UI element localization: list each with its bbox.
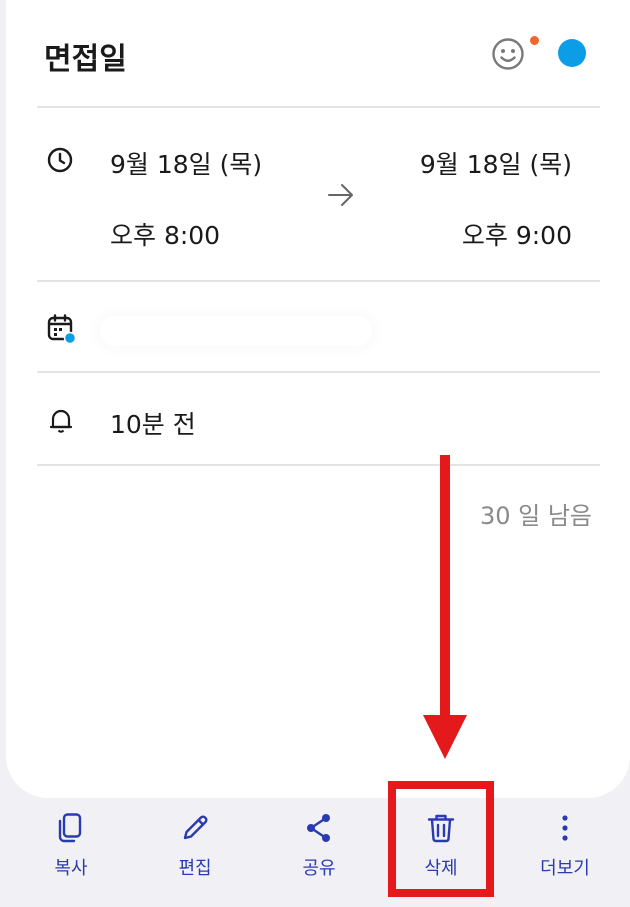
clock-icon — [47, 147, 73, 173]
calendar-icon — [47, 314, 77, 344]
copy-label: 복사 — [54, 858, 88, 879]
divider — [37, 280, 600, 282]
share-label: 공유 — [302, 858, 336, 879]
reminder-text[interactable]: 10분 전 — [110, 405, 196, 441]
event-title: 면접일 — [44, 42, 127, 77]
edit-button[interactable]: 편집 — [140, 812, 250, 882]
days-remaining: 30 일 남음 — [479, 502, 592, 530]
copy-button[interactable]: 복사 — [16, 812, 126, 882]
emoji-sticker-icon[interactable] — [491, 37, 525, 71]
event-detail-card — [6, 0, 630, 798]
more-vertical-icon — [562, 815, 568, 841]
notification-dot — [530, 36, 539, 45]
end-time[interactable]: 오후 9:00 — [462, 216, 572, 252]
pencil-icon — [183, 815, 208, 840]
arrow-right-icon — [328, 184, 353, 206]
end-date[interactable]: 9월 18일 (목) — [420, 145, 572, 181]
start-time[interactable]: 오후 8:00 — [110, 216, 220, 252]
calendar-color-dot[interactable] — [558, 39, 586, 67]
divider — [37, 371, 600, 373]
annotation-highlight-box — [388, 781, 494, 897]
calendar-account-name-redacted[interactable] — [100, 316, 372, 346]
more-label: 더보기 — [540, 858, 590, 879]
copy-icon — [58, 813, 82, 843]
share-icon — [307, 814, 330, 842]
share-button[interactable]: 공유 — [264, 812, 374, 882]
more-button[interactable]: 더보기 — [510, 812, 620, 882]
edit-label: 편집 — [178, 858, 212, 879]
annotation-arrow-shaft — [440, 455, 450, 725]
divider — [37, 464, 600, 466]
divider — [37, 106, 600, 108]
bell-icon — [49, 409, 73, 433]
annotation-arrow-head — [423, 715, 467, 759]
start-date[interactable]: 9월 18일 (목) — [110, 145, 262, 181]
